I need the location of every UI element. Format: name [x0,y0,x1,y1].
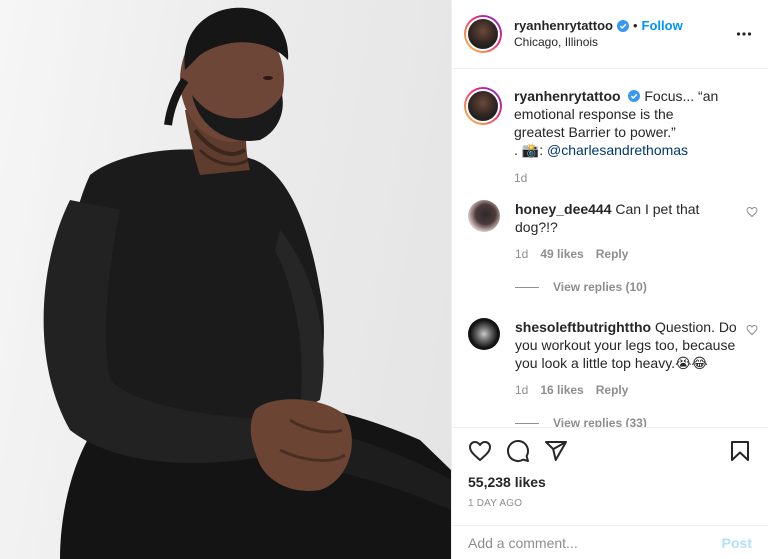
replies-divider [515,286,539,288]
post-comment-button[interactable]: Post [722,535,752,551]
comment-content: honey_dee444 Can I pet that dog?!? 1d 49… [515,200,740,263]
comment-icon[interactable] [506,439,530,463]
add-comment-bar: Post [452,525,768,559]
view-replies-label: View replies (33) [553,416,647,427]
post-photo[interactable] [0,0,451,559]
commenter-username[interactable]: honey_dee444 [515,201,612,217]
post-actions: 55,238 likes 1 DAY AGO [452,427,768,509]
caption-mention[interactable]: @charlesandrethomas [547,142,688,158]
comment-meta: 1d 16 likes Reply [515,381,740,399]
commenter-username[interactable]: shesoleftbutrighttho [515,319,651,335]
action-icons [468,428,752,474]
caption-age[interactable]: 1d [514,169,726,187]
caption-content: ryanhenrytattoo Focus... “an emotional r… [514,87,726,187]
commenter-avatar[interactable] [468,318,500,350]
comment-item: honey_dee444 Can I pet that dog?!? 1d 49… [452,200,768,263]
author-avatar[interactable] [464,15,502,53]
small-heart-icon[interactable] [746,206,758,218]
more-options-icon[interactable] [736,26,752,42]
comment-likes[interactable]: 49 likes [540,245,583,263]
comment-meta: 1d 49 likes Reply [515,245,740,263]
comment-likes[interactable]: 16 likes [540,381,583,399]
verified-badge-icon [616,20,629,32]
comment-age[interactable]: 1d [515,381,528,399]
caption-credit-prefix: . 📸: [514,142,544,158]
likes-count[interactable]: 55,238 likes [468,474,752,490]
post-caption: ryanhenrytattoo Focus... “an emotional r… [452,70,768,187]
follow-button[interactable]: Follow [642,18,683,34]
heart-icon[interactable] [468,439,492,463]
reply-button[interactable]: Reply [596,381,629,399]
separator-dot: • [632,18,638,33]
author-username[interactable]: ryanhenrytattoo [514,18,613,34]
comment-content: shesoleftbutrighttho Question. Do you wo… [515,318,740,399]
paper-plane-icon[interactable] [544,439,568,463]
author-info: ryanhenrytattoo • Follow Chicago, Illino… [514,18,683,50]
comments-section: ryanhenrytattoo Focus... “an emotional r… [452,70,768,427]
replies-divider [515,422,539,424]
instagram-post: ryanhenrytattoo • Follow Chicago, Illino… [0,0,768,559]
post-location[interactable]: Chicago, Illinois [514,34,683,50]
comment-age[interactable]: 1d [515,245,528,263]
view-replies-button[interactable]: View replies (10) [515,280,768,294]
man-portrait-image [43,7,451,559]
caption-username[interactable]: ryanhenrytattoo [514,88,621,104]
view-replies-label: View replies (10) [553,280,647,294]
commenter-avatar[interactable] [468,200,500,232]
caption-avatar[interactable] [464,87,502,125]
small-heart-icon[interactable] [746,324,758,336]
bookmark-icon[interactable] [728,439,752,463]
verified-badge-icon [628,90,641,102]
view-replies-button[interactable]: View replies (33) [515,416,768,427]
post-header: ryanhenrytattoo • Follow Chicago, Illino… [452,0,768,69]
comment-input[interactable] [468,534,722,551]
reply-button[interactable]: Reply [596,245,629,263]
posted-time[interactable]: 1 DAY AGO [468,498,752,509]
post-side-panel: ryanhenrytattoo • Follow Chicago, Illino… [451,0,768,559]
comment-item: shesoleftbutrighttho Question. Do you wo… [452,318,768,399]
